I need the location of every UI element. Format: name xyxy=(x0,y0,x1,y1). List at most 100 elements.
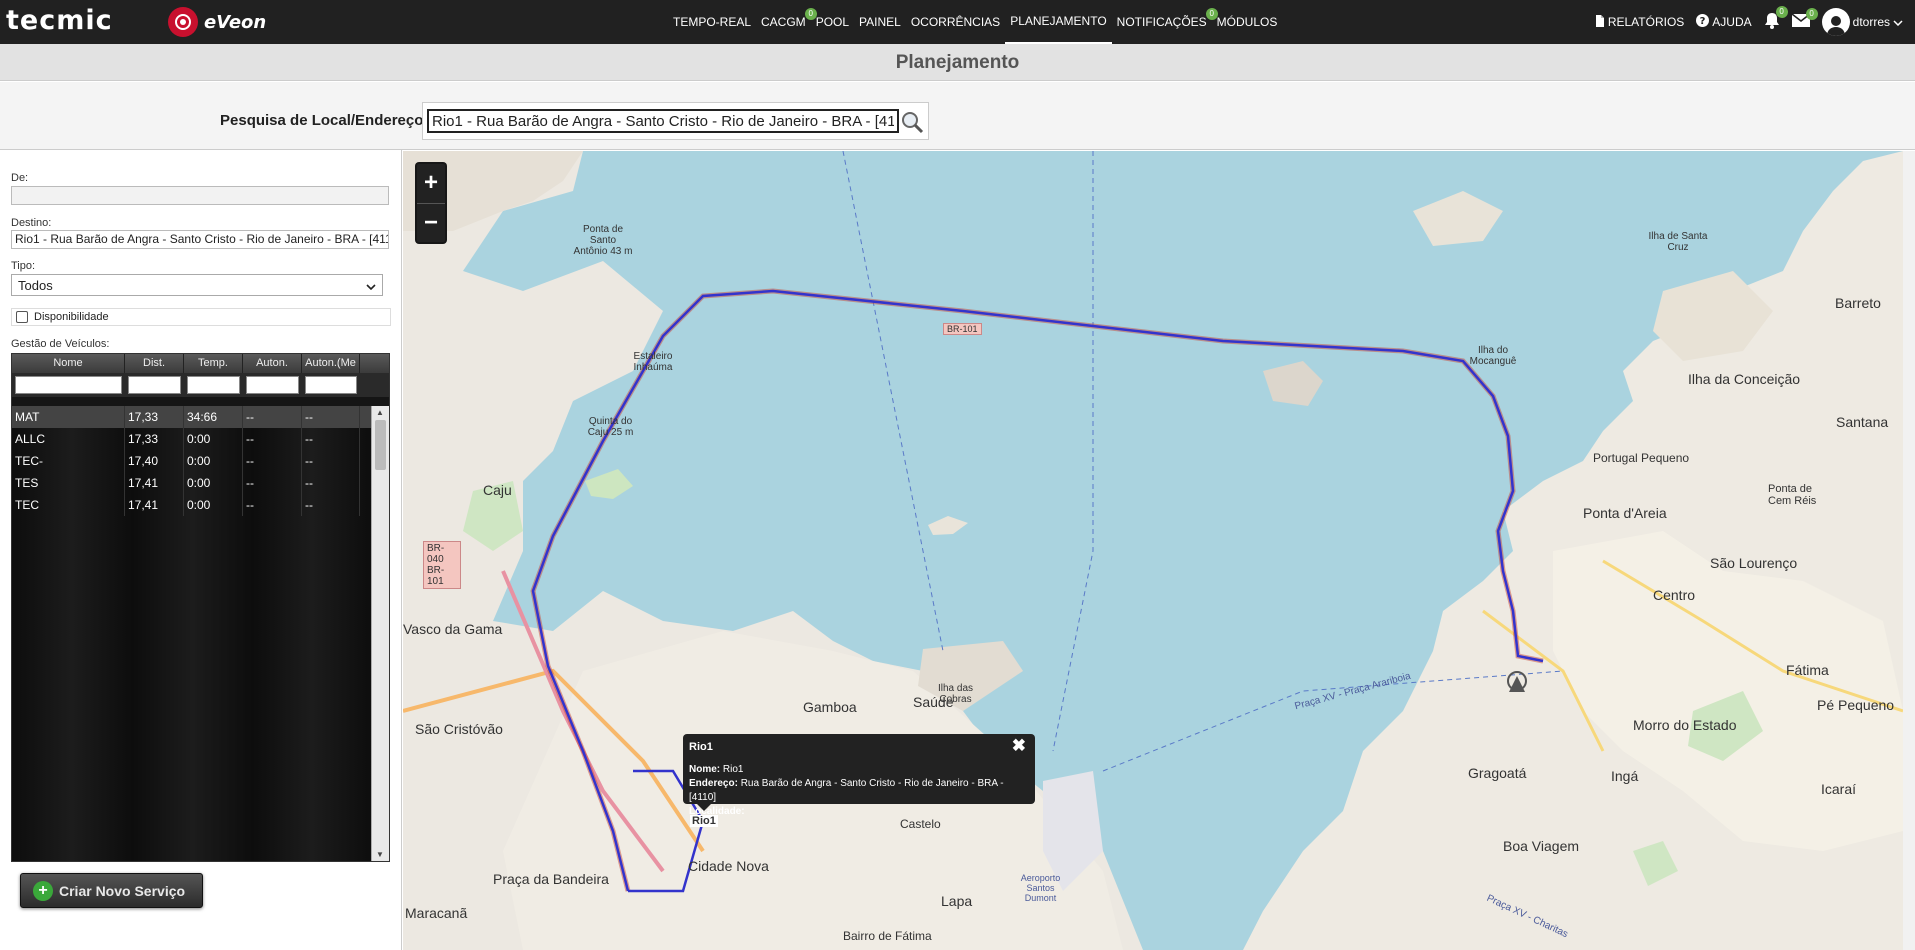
route-map[interactable]: + − Ponta de Santo Antônio 43 m Ilha de … xyxy=(403,151,1903,950)
popup-tip xyxy=(697,804,711,811)
zoom-out-button[interactable]: − xyxy=(417,203,445,242)
nav-planejamento[interactable]: PLANEJAMENTO xyxy=(1005,0,1112,44)
cell-auton: -- xyxy=(243,472,302,494)
scroll-down-icon[interactable]: ▼ xyxy=(376,850,384,859)
map-label: Estaleiro Inhaúma xyxy=(633,351,673,373)
svg-text:?: ? xyxy=(1700,16,1706,27)
map-label: Aeroporto Santos Dumont xyxy=(1020,873,1061,903)
reports-link[interactable]: RELATÓRIOS xyxy=(1595,14,1684,30)
map-label: Centro xyxy=(1653,587,1696,603)
availability-checkbox[interactable] xyxy=(16,311,28,323)
search-icon[interactable] xyxy=(900,110,924,134)
cell-auton-me: -- xyxy=(302,450,360,472)
table-row[interactable]: ALLC 17,33 0:00 -- -- xyxy=(12,428,373,450)
nav-pool[interactable]: POOL xyxy=(811,0,854,44)
nav-modulos[interactable]: MÓDULOS xyxy=(1212,0,1283,44)
nav-ocorrencias[interactable]: OCORRÊNCIAS xyxy=(906,0,1005,44)
table-row[interactable]: MAT 17,33 34:66 -- -- xyxy=(12,406,373,428)
planning-sidebar: De: Destino: Rio1 - Rua Barão de Angra -… xyxy=(0,150,402,950)
filter-auton-me[interactable] xyxy=(305,376,357,394)
map-label: BR-040 BR-101 xyxy=(423,541,461,589)
filter-auton[interactable] xyxy=(246,376,299,394)
help-link[interactable]: ? AJUDA xyxy=(1696,14,1752,30)
cell-auton: -- xyxy=(243,494,302,516)
map-label: Caju xyxy=(483,482,512,498)
tecmic-logo[interactable]: tecmic xyxy=(6,7,113,34)
table-row[interactable]: TEC- 17,40 0:00 -- -- xyxy=(12,450,373,472)
col-dist[interactable]: Dist. xyxy=(125,354,184,373)
scroll-up-icon[interactable]: ▲ xyxy=(376,408,384,417)
page-scrollbar[interactable] xyxy=(1903,151,1915,950)
vehicle-grid: Nome Dist. Temp. Auton. Auton.(Me MAT 17… xyxy=(11,353,390,862)
nav-notificacoes[interactable]: NOTIFICAÇÕES 0 xyxy=(1112,0,1218,44)
cell-temp: 34:66 xyxy=(184,406,243,428)
from-field[interactable] xyxy=(11,186,389,205)
filter-dist[interactable] xyxy=(128,376,181,394)
eveon-badge-icon xyxy=(168,7,198,37)
map-label: Quinta do Caju 25 m xyxy=(587,416,634,438)
username: dtorres xyxy=(1852,15,1890,29)
scrollbar-thumb[interactable] xyxy=(375,420,386,470)
map-label: Vasco da Gama xyxy=(403,621,503,637)
grid-scrollbar[interactable]: ▲ ▼ xyxy=(371,406,389,861)
top-navbar: tecmic eVeon TEMPO-REAL CACGM 0 POOL PAIN… xyxy=(0,0,1915,44)
location-popup: Rio1 ✖ Nome: Rio1 Endereço: Rua Barão de… xyxy=(683,734,1035,817)
fleet-label: Gestão de Veículos: xyxy=(11,338,110,350)
mail-count-badge: 0 xyxy=(1805,8,1818,20)
col-nome[interactable]: Nome xyxy=(12,354,125,373)
nav-cacgm[interactable]: CACGM 0 xyxy=(756,0,817,44)
filter-nome[interactable] xyxy=(15,376,122,394)
bell-count-badge: 0 xyxy=(1775,6,1788,18)
notifications-button[interactable]: 0 xyxy=(1764,6,1788,32)
nav-label: CACGM xyxy=(761,15,806,29)
nav-label: POOL xyxy=(815,15,850,29)
user-menu[interactable]: dtorres xyxy=(1821,8,1903,36)
table-row[interactable]: TES 17,41 0:00 -- -- xyxy=(12,472,373,494)
nav-painel[interactable]: PAINEL xyxy=(854,0,906,44)
eveon-logo[interactable]: eVeon xyxy=(168,6,266,38)
destination-label: Destino: xyxy=(11,217,52,229)
help-label: AJUDA xyxy=(1712,15,1752,29)
map-label: Morro do Estado xyxy=(1633,717,1737,733)
map-label: São Lourenço xyxy=(1710,555,1798,571)
page-title: Planejamento xyxy=(0,44,1915,81)
table-row[interactable]: TEC 17,41 0:00 -- -- xyxy=(12,494,373,516)
col-auton[interactable]: Auton. xyxy=(243,354,302,373)
map-label: Pé Pequeno xyxy=(1817,697,1895,713)
destination-field[interactable]: Rio1 - Rua Barão de Angra - Santo Cristo… xyxy=(11,230,389,249)
messages-button[interactable]: 0 xyxy=(1791,8,1818,30)
create-service-button[interactable]: + Criar Novo Serviço xyxy=(20,873,203,908)
search-box xyxy=(422,102,929,140)
map-tiles xyxy=(403,151,1903,950)
col-auton-me[interactable]: Auton.(Me xyxy=(302,354,360,373)
document-icon xyxy=(1595,14,1605,30)
map-label: Ponta de Santo Antônio 43 m xyxy=(573,224,633,257)
popup-endereco-label: Endereço: xyxy=(689,778,738,789)
zoom-in-button[interactable]: + xyxy=(417,164,445,203)
search-label: Pesquisa de Local/Endereço: xyxy=(220,112,429,129)
map-label: Bairro de Fátima xyxy=(843,929,932,943)
nav-tempo-real[interactable]: TEMPO-REAL xyxy=(668,0,756,44)
map-label: Portugal Pequeno xyxy=(1593,451,1690,465)
chevron-down-icon xyxy=(1893,15,1903,29)
from-label: De: xyxy=(11,172,29,184)
close-icon[interactable]: ✖ xyxy=(1012,736,1026,756)
cell-nome: MAT xyxy=(12,406,125,428)
nav-label: TEMPO-REAL xyxy=(673,15,752,29)
map-label: Castelo xyxy=(900,817,941,831)
cell-temp: 0:00 xyxy=(184,494,243,516)
cell-auton-me: -- xyxy=(302,472,360,494)
filter-temp[interactable] xyxy=(187,376,240,394)
cell-nome: TES xyxy=(12,472,125,494)
plus-icon: + xyxy=(33,880,53,901)
col-temp[interactable]: Temp. xyxy=(184,354,243,373)
grid-header: Nome Dist. Temp. Auton. Auton.(Me xyxy=(12,354,389,373)
search-bar: Pesquisa de Local/Endereço: xyxy=(0,82,1915,150)
nav-label: NOTIFICAÇÕES xyxy=(1116,15,1207,29)
map-label: Boa Viagem xyxy=(1503,838,1580,854)
avatar xyxy=(1821,8,1850,36)
search-input[interactable] xyxy=(427,109,899,133)
eveon-wordmark: eVeon xyxy=(204,11,267,33)
create-service-label: Criar Novo Serviço xyxy=(59,882,186,899)
type-select[interactable]: Todos xyxy=(11,274,383,296)
